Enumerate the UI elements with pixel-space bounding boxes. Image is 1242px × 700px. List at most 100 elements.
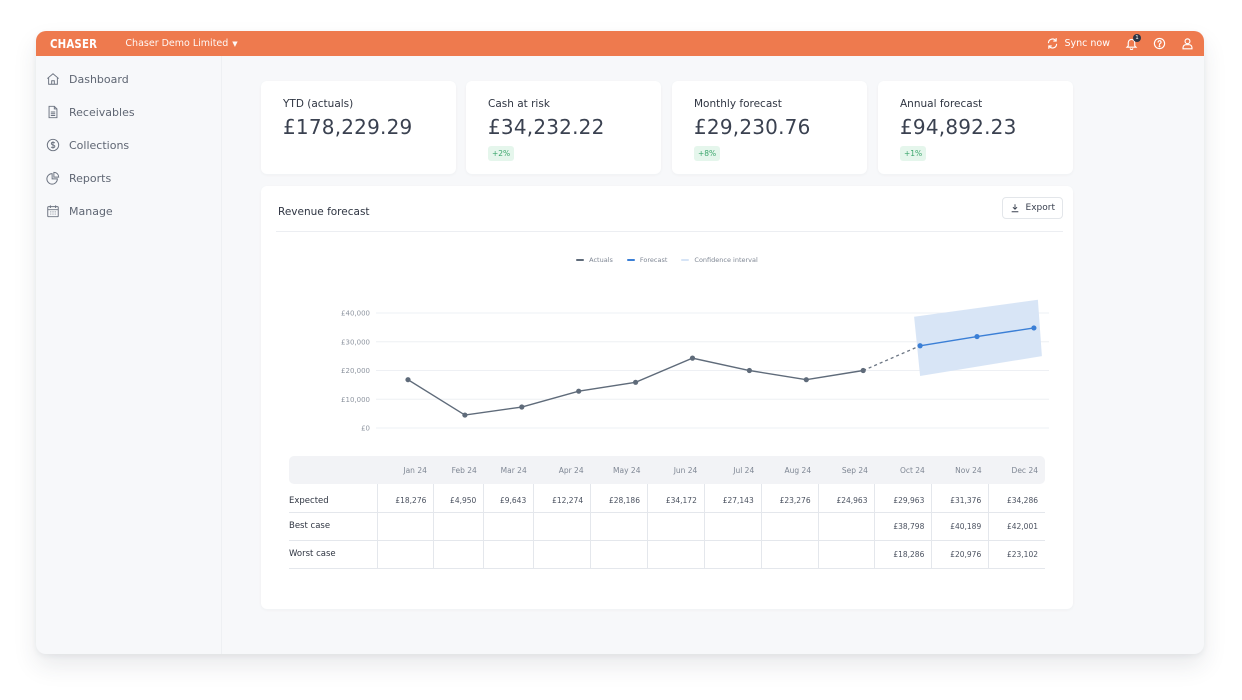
table-cell: £42,001 bbox=[988, 512, 1045, 541]
brand-logo[interactable]: CHASER bbox=[50, 37, 97, 51]
table-cell bbox=[590, 512, 648, 541]
sidebar-item-label: Collections bbox=[69, 138, 130, 152]
forecast-connector-line bbox=[862, 345, 921, 372]
table-column-header: Jan 24 bbox=[377, 456, 434, 484]
table-cell: £4,950 bbox=[433, 484, 484, 513]
kpi-label: Cash at risk bbox=[488, 98, 550, 110]
table-cell: £27,143 bbox=[703, 484, 762, 513]
dollar-circle-icon bbox=[46, 138, 60, 152]
organization-switcher[interactable]: Chaser Demo Limited ▼ bbox=[125, 38, 237, 49]
revenue-forecast-panel: Revenue forecast Export Actuals Forecast… bbox=[261, 186, 1073, 609]
notification-count-badge: 1 bbox=[1133, 33, 1141, 42]
caret-down-icon: ▼ bbox=[232, 39, 238, 48]
table-cell bbox=[483, 540, 534, 569]
sync-now-button[interactable]: Sync now bbox=[1046, 37, 1110, 50]
help-circle-icon bbox=[1153, 37, 1165, 50]
table-column-header: Sep 24 bbox=[818, 456, 875, 484]
revenue-forecast-chart: £0 £10,000 £20,000 £30,000 £40,000 bbox=[341, 299, 1049, 433]
top-bar-actions: Sync now 1 bbox=[1046, 33, 1194, 51]
sidebar-item-dashboard[interactable]: Dashboard bbox=[36, 69, 221, 89]
table-row: Best case £38,798 £40,189 £42,001 bbox=[289, 512, 1045, 541]
forecast-table: Jan 24 Feb 24 Mar 24 Apr 24 May 24 Jun 24 Jul … bbox=[289, 456, 1045, 569]
forecast-point bbox=[917, 343, 923, 349]
pie-chart-icon bbox=[46, 171, 60, 185]
help-button[interactable] bbox=[1152, 37, 1166, 51]
actuals-line bbox=[407, 357, 864, 416]
table-cell bbox=[703, 540, 762, 569]
table-row: Expected £18,276 £4,950 £9,643 £12,274 £28,18… bbox=[289, 484, 1045, 513]
actuals-point bbox=[405, 377, 411, 383]
table-column-header: May 24 bbox=[590, 456, 648, 484]
table-cell bbox=[703, 512, 762, 541]
user-icon bbox=[1181, 38, 1193, 50]
table-cell: £20,976 bbox=[931, 540, 989, 569]
table-header-corner bbox=[289, 456, 377, 484]
table-cell bbox=[817, 512, 875, 541]
table-column-header: Dec 24 bbox=[988, 456, 1045, 484]
table-cell bbox=[817, 540, 875, 569]
actuals-point bbox=[576, 388, 582, 394]
table-cell: £18,286 bbox=[874, 540, 932, 569]
calendar-icon bbox=[47, 205, 59, 218]
sync-icon bbox=[1048, 38, 1058, 49]
actuals-point bbox=[860, 367, 866, 374]
table-cell: £34,172 bbox=[646, 484, 705, 513]
kpi-card-cash-at-risk: Cash at risk £34,232.22 +2% bbox=[466, 81, 661, 174]
organization-name: Chaser Demo Limited bbox=[125, 38, 229, 49]
notifications-button[interactable]: 1 bbox=[1124, 33, 1141, 51]
table-cell bbox=[483, 512, 534, 541]
table-cell: £38,798 bbox=[874, 512, 932, 541]
sidebar-item-label: Reports bbox=[69, 171, 112, 185]
y-tick-label: £10,000 bbox=[341, 396, 370, 404]
sidebar-item-receivables[interactable]: Receivables bbox=[36, 102, 221, 122]
kpi-delta-badge: +1% bbox=[900, 146, 927, 161]
kpi-value: £29,230.76 bbox=[694, 115, 811, 139]
app-window: CHASER Chaser Demo Limited ▼ Sync now 1 bbox=[36, 31, 1204, 654]
table-header-row: Jan 24 Feb 24 Mar 24 Apr 24 May 24 Jun 24 Jul … bbox=[289, 456, 1045, 484]
table-cell: £28,186 bbox=[590, 484, 648, 513]
actuals-point bbox=[746, 367, 752, 374]
actuals-point bbox=[462, 412, 468, 418]
table-column-header: Nov 24 bbox=[931, 456, 989, 484]
sidebar-item-manage[interactable]: Manage bbox=[36, 201, 221, 221]
table-column-header: Apr 24 bbox=[533, 456, 591, 484]
table-cell: £18,276 bbox=[376, 484, 434, 513]
sidebar-item-label: Dashboard bbox=[69, 72, 129, 86]
sidebar-item-reports[interactable]: Reports bbox=[36, 168, 221, 188]
y-tick-label: £20,000 bbox=[341, 367, 370, 375]
actuals-point bbox=[519, 404, 525, 410]
sidebar-item-label: Receivables bbox=[69, 105, 135, 119]
table-row: Worst case £18,286 £20,976 £23,102 bbox=[289, 540, 1045, 569]
table-cell bbox=[376, 512, 434, 541]
table-cell: £23,102 bbox=[988, 540, 1045, 569]
table-cell bbox=[433, 512, 484, 541]
table-column-header: Oct 24 bbox=[874, 456, 932, 484]
user-account-button[interactable] bbox=[1180, 37, 1194, 51]
kpi-delta-badge: +2% bbox=[488, 146, 515, 161]
sync-now-label: Sync now bbox=[1064, 38, 1110, 49]
row-label: Worst case bbox=[289, 540, 377, 569]
table-column-header: Feb 24 bbox=[433, 456, 484, 484]
table-cell: £9,643 bbox=[483, 484, 534, 513]
kpi-label: YTD (actuals) bbox=[283, 98, 354, 110]
y-tick-label: £30,000 bbox=[341, 338, 370, 346]
table-cell bbox=[760, 512, 819, 541]
home-icon bbox=[47, 73, 59, 85]
table-cell: £29,963 bbox=[874, 484, 932, 513]
y-tick-label: £40,000 bbox=[341, 310, 370, 318]
kpi-card-ytd-actuals: YTD (actuals) £178,229.29 bbox=[261, 81, 456, 174]
table-cell bbox=[760, 540, 819, 569]
sidebar-item-collections[interactable]: Collections bbox=[36, 135, 221, 155]
y-tick-label: £0 bbox=[361, 425, 370, 433]
table-cell: £24,963 bbox=[817, 484, 875, 513]
table-cell: £23,276 bbox=[760, 484, 819, 513]
table-cell bbox=[646, 512, 705, 541]
top-bar: CHASER Chaser Demo Limited ▼ Sync now 1 bbox=[36, 31, 1204, 56]
actuals-point bbox=[689, 355, 696, 361]
table-column-header: Jul 24 bbox=[704, 456, 762, 484]
kpi-label: Monthly forecast bbox=[694, 98, 782, 110]
table-cell: £12,274 bbox=[533, 484, 591, 513]
actuals-point bbox=[633, 379, 639, 385]
kpi-value: £178,229.29 bbox=[283, 115, 413, 139]
sidebar: Dashboard Receivables Collections Report… bbox=[36, 56, 222, 654]
